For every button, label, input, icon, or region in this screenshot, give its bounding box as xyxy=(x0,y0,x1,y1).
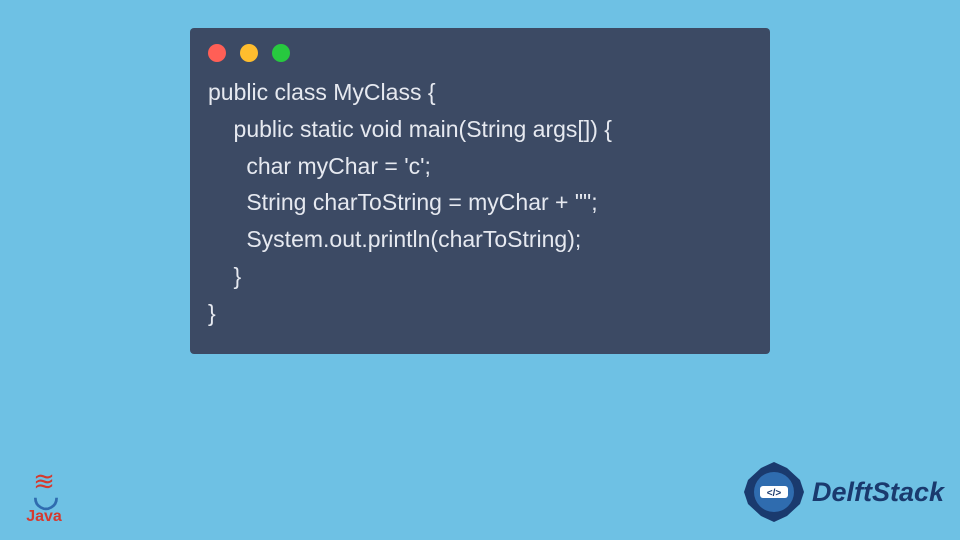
code-line: System.out.println(charToString); xyxy=(208,226,581,252)
close-icon xyxy=(208,44,226,62)
minimize-icon xyxy=(240,44,258,62)
code-line: char myChar = 'c'; xyxy=(208,153,431,179)
code-block: public class MyClass { public static voi… xyxy=(190,70,770,342)
code-line: public static void main(String args[]) { xyxy=(208,116,612,142)
maximize-icon xyxy=(272,44,290,62)
java-logo: ≋ ◡ Java xyxy=(18,475,70,526)
code-line: } xyxy=(208,300,216,326)
code-line: String charToString = myChar + ""; xyxy=(208,189,598,215)
delftstack-icon: </> xyxy=(742,460,806,524)
svg-text:</>: </> xyxy=(767,488,782,499)
code-line: } xyxy=(208,263,241,289)
code-line: public class MyClass { xyxy=(208,79,436,105)
window-controls xyxy=(190,28,770,70)
code-window: public class MyClass { public static voi… xyxy=(190,28,770,354)
java-cup-icon: ◡ xyxy=(18,488,70,506)
delftstack-logo: </> DelftStack xyxy=(742,460,944,524)
delftstack-label: DelftStack xyxy=(812,477,944,508)
java-label: Java xyxy=(18,508,70,526)
